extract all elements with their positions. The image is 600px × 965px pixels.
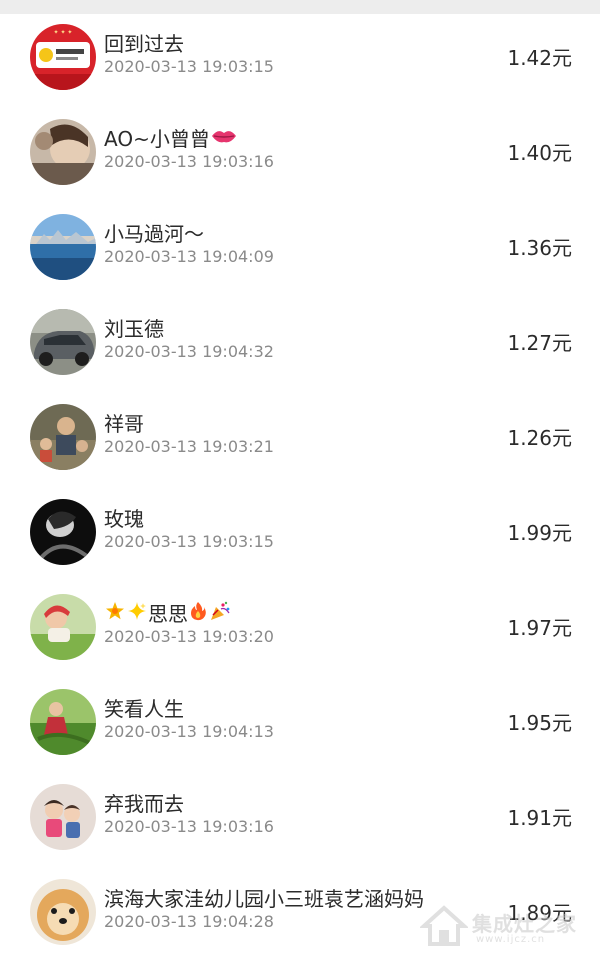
house-icon	[418, 905, 470, 946]
timestamp: 2020-03-13 19:04:32	[104, 342, 274, 361]
amount: 1.42元	[507, 46, 572, 70]
contact-name: 回到过去	[104, 32, 184, 56]
list-item[interactable]: 笑看人生 2020-03-13 19:04:13 1.95元	[0, 679, 600, 774]
list-item[interactable]: 小马過河～ 2020-03-13 19:04:09 1.36元	[0, 204, 600, 299]
star-icon	[105, 601, 125, 625]
timestamp: 2020-03-13 19:03:16	[104, 817, 274, 836]
contact-name: AO~小曾曾	[104, 123, 238, 152]
amount: 1.99元	[507, 521, 572, 545]
timestamp: 2020-03-13 19:03:16	[104, 152, 274, 171]
list-item[interactable]: AO~小曾曾 2020-03-13 19:03:16 1.40元	[0, 109, 600, 204]
contact-name: 笑看人生	[104, 697, 184, 721]
timestamp: 2020-03-13 19:03:21	[104, 437, 274, 456]
avatar	[30, 214, 96, 280]
contact-name: 玫瑰	[104, 507, 144, 531]
watermark: 集成灶之家 www.ijcz.cn	[418, 902, 590, 954]
contact-name-text: 思思	[148, 602, 188, 626]
timestamp: 2020-03-13 19:04:09	[104, 247, 274, 266]
timestamp: 2020-03-13 19:04:28	[104, 912, 274, 931]
timestamp: 2020-03-13 19:04:13	[104, 722, 274, 741]
list-item[interactable]: ✦ ✦ ✦ 回到过去 2020-03-13 19:03:15 1.42元	[0, 14, 600, 109]
contact-name: 思思	[104, 598, 232, 627]
amount: 1.91元	[507, 806, 572, 830]
watermark-url: www.ijcz.cn	[476, 934, 546, 945]
watermark-text: 集成灶之家	[472, 912, 577, 936]
timestamp: 2020-03-13 19:03:15	[104, 532, 274, 551]
avatar	[30, 309, 96, 375]
contact-name: 滨海大家洼幼儿园小三班袁艺涵妈妈	[104, 887, 424, 911]
amount: 1.95元	[507, 711, 572, 735]
sparkle-icon	[127, 601, 147, 625]
contact-name-text: AO~小曾曾	[104, 127, 210, 151]
avatar	[30, 499, 96, 565]
amount: 1.27元	[507, 331, 572, 355]
amount: 1.36元	[507, 236, 572, 260]
svg-text:✦ ✦ ✦: ✦ ✦ ✦	[54, 29, 73, 36]
avatar: ✦ ✦ ✦	[30, 24, 96, 90]
amount: 1.26元	[507, 426, 572, 450]
list-item[interactable]: 玫瑰 2020-03-13 19:03:15 1.99元	[0, 489, 600, 584]
contact-name: 刘玉德	[104, 317, 164, 341]
timestamp: 2020-03-13 19:03:20	[104, 627, 274, 646]
amount: 1.97元	[507, 616, 572, 640]
avatar	[30, 404, 96, 470]
lips-icon	[211, 127, 237, 149]
contact-name: 祥哥	[104, 412, 144, 436]
contact-name: 弃我而去	[104, 792, 184, 816]
avatar	[30, 784, 96, 850]
contact-name: 小马過河～	[104, 222, 204, 246]
fire-icon	[189, 601, 207, 625]
list-item[interactable]: 祥哥 2020-03-13 19:03:21 1.26元	[0, 394, 600, 489]
avatar	[30, 689, 96, 755]
avatar	[30, 879, 96, 945]
list-item[interactable]: 刘玉德 2020-03-13 19:04:32 1.27元	[0, 299, 600, 394]
amount: 1.40元	[507, 141, 572, 165]
top-divider-bar	[0, 0, 600, 14]
list-item[interactable]: 思思 2020-03-13 19:03:20 1.97元	[0, 584, 600, 679]
transfer-record-list: ✦ ✦ ✦ 回到过去 2020-03-13 19:03:15 1.42元 AO~…	[0, 14, 600, 964]
party-popper-icon	[209, 601, 231, 625]
timestamp: 2020-03-13 19:03:15	[104, 57, 274, 76]
list-item[interactable]: 弃我而去 2020-03-13 19:03:16 1.91元	[0, 774, 600, 869]
avatar	[30, 119, 96, 185]
avatar	[30, 594, 96, 660]
